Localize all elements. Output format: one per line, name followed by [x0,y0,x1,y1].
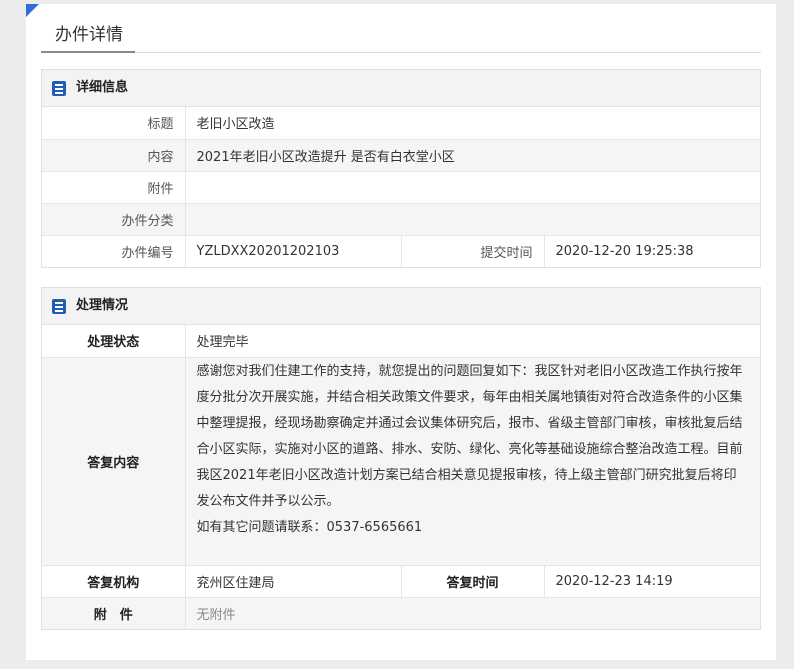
attachment-value [185,170,760,203]
handling-panel-header: 处理情况 [42,288,760,325]
reply-time-value: 2020-12-23 14:19 [544,564,760,597]
content-label: 内容 [42,138,186,171]
status-label: 处理状态 [42,325,186,357]
table-row: 答复内容 感谢您对我们住建工作的支持，就您提出的问题回复如下：我区针对老旧小区改… [42,356,760,565]
title-value: 老旧小区改造 [196,117,275,133]
page-header: 办件详情 [41,4,761,53]
detail-table: 标题 老旧小区改造 内容 2021年老旧小区改造提升 是否有白衣堂小区 附件 办… [42,107,760,267]
category-label: 办件分类 [42,202,186,235]
corner-triangle-icon [26,4,39,17]
reply-time-label: 答复时间 [401,564,545,597]
table-row: 标题 老旧小区改造 [42,107,760,139]
page-title: 办件详情 [41,20,135,53]
table-row: 附件 [42,170,760,203]
handling-panel-title: 处理情况 [76,298,129,313]
reply-label: 答复内容 [42,356,186,565]
org-value: 兖州区住建局 [185,564,402,597]
table-row: 办件分类 [42,202,760,235]
table-row: 附 件 无附件 [42,596,760,629]
handling-panel: 处理情况 处理状态 处理完毕 答复内容 感谢您对我们住建工作的支持，就您提出的问… [41,287,761,630]
handling-attachment-value: 无附件 [185,596,760,629]
detail-panel-header: 详细信息 [42,70,760,107]
number-label: 办件编号 [42,234,186,267]
category-value [185,202,760,235]
handling-table: 处理状态 处理完毕 答复内容 感谢您对我们住建工作的支持，就您提出的问题回复如下… [42,325,760,629]
table-row: 内容 2021年老旧小区改造提升 是否有白衣堂小区 [42,138,760,171]
org-label: 答复机构 [42,564,186,597]
status-value: 处理完毕 [196,335,249,351]
document-list-icon [52,299,66,314]
table-row: 办件编号 YZLDXX20201202103 提交时间 2020-12-20 1… [42,234,760,267]
submit-time-value: 2020-12-20 19:25:38 [544,234,760,267]
handling-attachment-label: 附 件 [42,596,186,629]
detail-panel: 详细信息 标题 老旧小区改造 内容 2021年老旧小区改造提升 是否有白衣堂小区… [41,69,761,268]
document-list-icon [52,81,66,96]
table-row: 答复机构 兖州区住建局 答复时间 2020-12-23 14:19 [42,564,760,597]
title-label: 标题 [42,107,186,139]
detail-card: 办件详情 详细信息 标题 老旧小区改造 内容 2021年老旧小区改造提升 是否有… [26,4,776,660]
detail-panel-title: 详细信息 [76,80,129,95]
reply-content: 感谢您对我们住建工作的支持，就您提出的问题回复如下：我区针对老旧小区改造工作执行… [185,356,760,565]
submit-time-label: 提交时间 [401,234,545,267]
number-value: YZLDXX20201202103 [185,234,402,267]
attachment-label: 附件 [42,170,186,203]
reply-text: 感谢您对我们住建工作的支持，就您提出的问题回复如下：我区针对老旧小区改造工作执行… [196,363,743,509]
reply-contact: 如有其它问题请联系：0537-6565661 [196,519,423,535]
table-row: 处理状态 处理完毕 [42,325,760,357]
content-value: 2021年老旧小区改造提升 是否有白衣堂小区 [185,138,760,171]
